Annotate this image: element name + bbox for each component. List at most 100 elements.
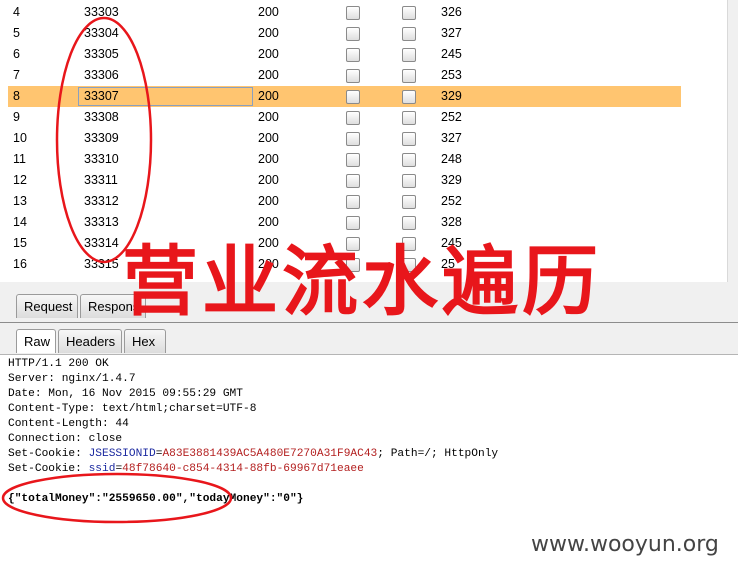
payload-cell: 33311: [84, 173, 118, 187]
status-line: HTTP/1.1 200 OK: [8, 358, 109, 370]
error-checkbox[interactable]: [346, 27, 360, 41]
header-content-length: Content-Length: 44: [8, 418, 129, 430]
row-number: 6: [13, 47, 20, 61]
error-checkbox[interactable]: [346, 48, 360, 62]
table-row[interactable]: 8 33307 200 329: [8, 86, 681, 107]
error-checkbox[interactable]: [346, 6, 360, 20]
error-checkbox[interactable]: [346, 216, 360, 230]
row-number: 14: [13, 215, 27, 229]
status-cell: 200: [258, 5, 279, 19]
status-cell: 200: [258, 89, 279, 103]
length-cell: 245: [441, 47, 462, 61]
table-row[interactable]: 14 33313 200 328: [8, 212, 681, 233]
header-date: Date: Mon, 16 Nov 2015 09:55:29 GMT: [8, 388, 243, 400]
payload-cell: 33314: [84, 236, 119, 250]
cookie-name: JSESSIONID: [88, 448, 156, 460]
timeout-checkbox[interactable]: [402, 195, 416, 209]
tab-headers[interactable]: Headers: [58, 329, 122, 353]
length-cell: 329: [441, 173, 462, 187]
table-row[interactable]: 12 33311 200 329: [8, 170, 681, 191]
error-checkbox[interactable]: [346, 153, 360, 167]
row-number: 12: [13, 173, 27, 187]
results-scrollbar[interactable]: [727, 0, 738, 282]
payload-cell: 33309: [84, 131, 119, 145]
timeout-checkbox[interactable]: [402, 48, 416, 62]
error-checkbox[interactable]: [346, 90, 360, 104]
payload-cell: 33306: [84, 68, 119, 82]
row-number: 7: [13, 68, 20, 82]
timeout-checkbox[interactable]: [402, 153, 416, 167]
status-cell: 200: [258, 194, 279, 208]
header-set-cookie-ssid: Set-Cookie: ssid=48f78640-c854-4314-88fb…: [8, 462, 364, 477]
header-set-cookie-session: Set-Cookie: JSESSIONID=A83E3881439AC5A48…: [8, 447, 498, 462]
length-cell: 253: [441, 68, 462, 82]
status-cell: 200: [258, 47, 279, 61]
table-row[interactable]: 9 33308 200 252: [8, 107, 681, 128]
error-checkbox[interactable]: [346, 174, 360, 188]
cookie-name: ssid: [88, 463, 116, 475]
error-checkbox[interactable]: [346, 132, 360, 146]
timeout-checkbox[interactable]: [402, 90, 416, 104]
watermark: www.wooyun.org: [531, 532, 719, 557]
row-number: 4: [13, 5, 20, 19]
header-connection: Connection: close: [8, 433, 123, 445]
payload-cell: 33310: [84, 152, 119, 166]
status-cell: 200: [258, 110, 279, 124]
payload-cell: 33307: [78, 87, 253, 106]
cookie-value: 48f78640-c854-4314-88fb-69967d71eaee: [122, 463, 364, 475]
tab-request[interactable]: Request: [16, 294, 78, 318]
timeout-checkbox[interactable]: [402, 216, 416, 230]
cookie-label: Set-Cookie:: [8, 463, 89, 475]
length-cell: 248: [441, 152, 462, 166]
table-row[interactable]: 11 33310 200 248: [8, 149, 681, 170]
length-cell: 252: [441, 194, 462, 208]
row-number: 16: [13, 257, 27, 271]
row-number: 5: [13, 26, 20, 40]
table-row[interactable]: 10 33309 200 327: [8, 128, 681, 149]
payload-cell: 33313: [84, 215, 119, 229]
table-row[interactable]: 4 33303 200 326: [8, 2, 681, 23]
tab-hex[interactable]: Hex: [124, 329, 166, 353]
table-row[interactable]: 6 33305 200 245: [8, 44, 681, 65]
table-row[interactable]: 7 33306 200 253: [8, 65, 681, 86]
overlay-title-annotation: 营业流水遍历: [122, 237, 602, 326]
header-content-type: Content-Type: text/html;charset=UTF-8: [8, 403, 257, 415]
status-cell: 200: [258, 215, 279, 229]
status-cell: 200: [258, 152, 279, 166]
length-cell: 252: [441, 110, 462, 124]
status-cell: 200: [258, 26, 279, 40]
row-number: 8: [13, 89, 20, 103]
status-cell: 200: [258, 131, 279, 145]
cookie-value: A83E3881439AC5A480E7270A31F9AC43: [162, 448, 378, 460]
results-table-body: 4 33303 200 326 5 33304 200 327 6 33305 200 245 7 333…: [8, 2, 681, 275]
length-cell: 327: [441, 26, 462, 40]
error-checkbox[interactable]: [346, 111, 360, 125]
table-row[interactable]: 13 33312 200 252: [8, 191, 681, 212]
length-cell: 326: [441, 5, 462, 19]
tab-raw[interactable]: Raw: [16, 329, 56, 353]
error-checkbox[interactable]: [346, 69, 360, 83]
cookie-label: Set-Cookie:: [8, 448, 89, 460]
row-number: 15: [13, 236, 27, 250]
payload-cell: 33304: [84, 26, 119, 40]
payload-cell: 33303: [84, 5, 119, 19]
row-number: 13: [13, 194, 27, 208]
error-checkbox[interactable]: [346, 195, 360, 209]
header-server: Server: nginx/1.4.7: [8, 373, 136, 385]
payload-cell: 33308: [84, 110, 119, 124]
payload-cell: 33305: [84, 47, 119, 61]
status-cell: 200: [258, 68, 279, 82]
timeout-checkbox[interactable]: [402, 6, 416, 20]
table-row[interactable]: 5 33304 200 327: [8, 23, 681, 44]
payload-cell: 33315: [84, 257, 119, 271]
timeout-checkbox[interactable]: [402, 174, 416, 188]
payload-cell: 33312: [84, 194, 119, 208]
timeout-checkbox[interactable]: [402, 27, 416, 41]
timeout-checkbox[interactable]: [402, 69, 416, 83]
length-cell: 328: [441, 215, 462, 229]
cookie-attrs: ; Path=/; HttpOnly: [377, 448, 499, 460]
timeout-checkbox[interactable]: [402, 111, 416, 125]
row-number: 10: [13, 131, 27, 145]
length-cell: 329: [441, 89, 462, 103]
timeout-checkbox[interactable]: [402, 132, 416, 146]
